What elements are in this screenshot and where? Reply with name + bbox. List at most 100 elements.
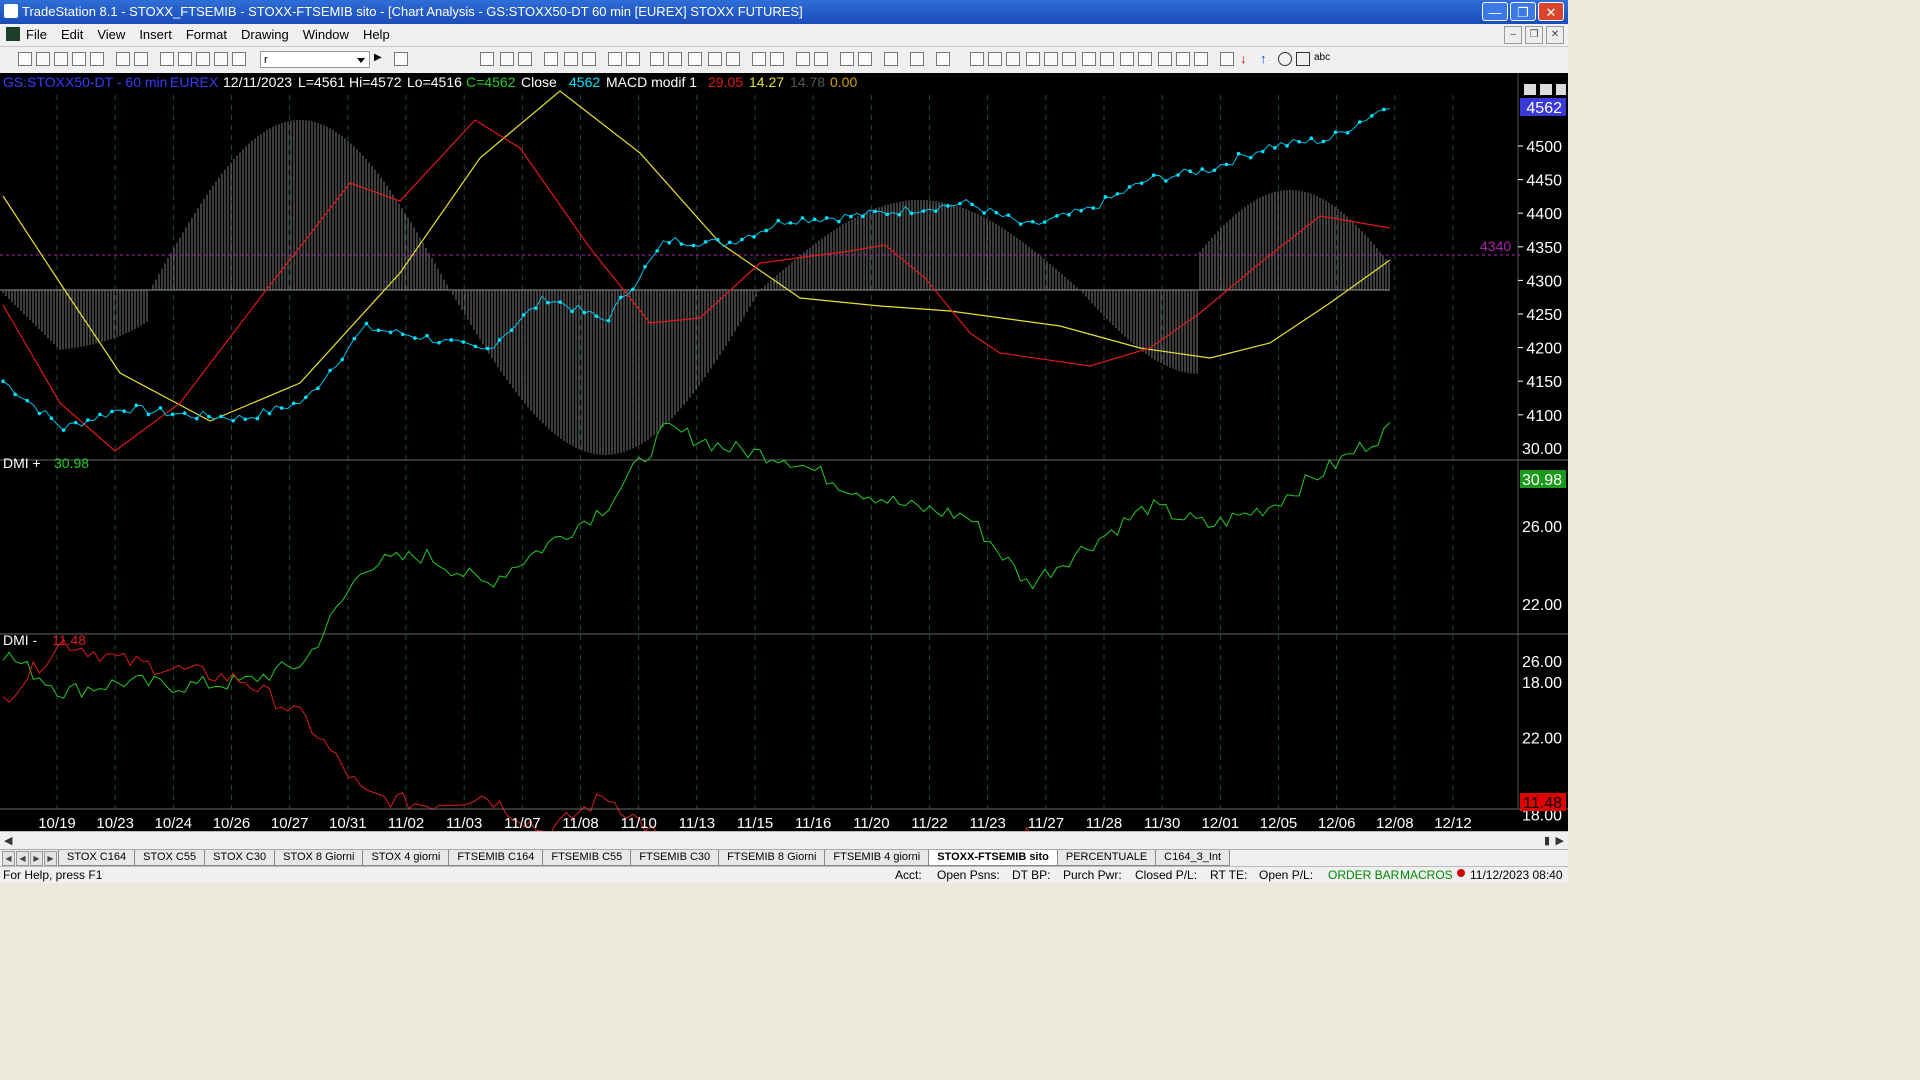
curve-icon[interactable]	[1220, 52, 1234, 66]
format-icon[interactable]	[500, 52, 514, 66]
maximize-button[interactable]: ❐	[1510, 2, 1536, 21]
fib-icon[interactable]	[1082, 52, 1096, 66]
strategy-icon[interactable]	[214, 52, 228, 66]
select-icon[interactable]	[858, 52, 872, 66]
vertical-line-icon[interactable]	[988, 52, 1002, 66]
scroll-thumb-icon[interactable]: ▮	[1544, 834, 1550, 847]
price-tick-label: 4400	[1526, 206, 1562, 223]
tools-icon[interactable]	[884, 52, 898, 66]
ellipse-icon[interactable]	[1278, 52, 1292, 66]
new-icon[interactable]	[18, 52, 32, 66]
pointer-icon[interactable]	[840, 52, 854, 66]
tab-stoxx-ftsemib-sito[interactable]: STOXX-FTSEMIB sito	[928, 850, 1058, 866]
open-icon[interactable]	[36, 52, 50, 66]
tab-next-icon[interactable]: ▶	[30, 851, 43, 866]
speed-line-icon[interactable]	[1120, 52, 1134, 66]
bar-chart-icon[interactable]	[480, 52, 494, 66]
print-icon[interactable]	[134, 52, 148, 66]
print-preview-icon[interactable]	[116, 52, 130, 66]
menu-view[interactable]: View	[97, 27, 125, 42]
symbol-input[interactable]: r	[260, 51, 370, 68]
price-point	[1127, 185, 1132, 189]
paste-icon[interactable]	[178, 52, 192, 66]
alert-icon[interactable]	[936, 52, 950, 66]
close-button[interactable]: ✕	[1538, 2, 1564, 21]
indicator-icon[interactable]	[544, 52, 558, 66]
tab-stox-4-giorni[interactable]: STOX 4 giorni	[362, 850, 450, 866]
horizontal-scrollbar[interactable]: ◀ ▮ ▶	[0, 831, 1568, 849]
menu-file[interactable]: File	[26, 27, 47, 42]
scroll-left-arrow-icon[interactable]: ◀	[4, 834, 12, 847]
lock-icon[interactable]	[196, 52, 210, 66]
copy-icon[interactable]	[160, 52, 174, 66]
arc-icon[interactable]	[1176, 52, 1190, 66]
save-icon[interactable]	[90, 52, 104, 66]
pane-close-button[interactable]	[1556, 84, 1566, 95]
menu-format[interactable]: Format	[186, 27, 227, 42]
menu-help[interactable]: Help	[363, 27, 390, 42]
tab-stox-c164[interactable]: STOX C164	[58, 850, 136, 866]
open-workspace-icon[interactable]	[54, 52, 68, 66]
mdi-restore-button[interactable]: ❐	[1525, 26, 1543, 44]
grid-icon[interactable]	[650, 52, 664, 66]
lookup-icon[interactable]	[394, 52, 408, 66]
andrews-icon[interactable]	[1158, 52, 1172, 66]
scroll-left-icon[interactable]	[752, 52, 766, 66]
down-arrow-icon[interactable]: ↓	[1240, 51, 1247, 66]
bars-icon[interactable]	[726, 52, 740, 66]
status-order-bar[interactable]: ORDER BAR	[1328, 868, 1399, 882]
regression-icon[interactable]	[1044, 52, 1058, 66]
zoom-out-icon[interactable]	[814, 52, 828, 66]
menu-window[interactable]: Window	[303, 27, 349, 42]
order-icon[interactable]	[910, 52, 924, 66]
candle-icon[interactable]	[708, 52, 722, 66]
tab-stox-8-giorni[interactable]: STOX 8 Giorni	[274, 850, 364, 866]
trendline-icon[interactable]	[970, 52, 984, 66]
up-arrow-icon[interactable]: ↑	[1260, 51, 1267, 66]
pane-restore-button[interactable]	[1540, 84, 1552, 95]
arrow-both-icon[interactable]	[1138, 52, 1152, 66]
mdi-close-button[interactable]: ✕	[1546, 26, 1564, 44]
tab-c164-3-int[interactable]: C164_3_Int	[1155, 850, 1231, 866]
data-window-icon[interactable]	[688, 52, 702, 66]
play-arrow-icon[interactable]: ▶	[374, 52, 382, 63]
menu-drawing[interactable]: Drawing	[241, 27, 289, 42]
menu-edit[interactable]: Edit	[61, 27, 83, 42]
text-tool-icon[interactable]: abc	[1314, 52, 1330, 63]
status-macros[interactable]: MACROS	[1400, 868, 1453, 882]
rectangle-icon[interactable]	[1296, 52, 1310, 66]
zoom-in-icon[interactable]	[796, 52, 810, 66]
minimize-button[interactable]: —	[1482, 2, 1508, 21]
tab-last-icon[interactable]: ▶	[44, 851, 57, 866]
table-icon[interactable]	[518, 52, 532, 66]
chart-analysis-window[interactable]: 4340 4500 4450 4400 4350 4300 4250 4200 4150 410…	[0, 73, 1568, 848]
channel-icon[interactable]	[1026, 52, 1040, 66]
format-symbol-icon[interactable]	[608, 52, 622, 66]
format-window-icon[interactable]	[626, 52, 640, 66]
tab-stox-c55[interactable]: STOX C55	[134, 850, 206, 866]
angle-icon[interactable]	[1062, 52, 1076, 66]
pane-minimize-button[interactable]	[1524, 84, 1536, 95]
mdi-minimize-button[interactable]: –	[1504, 26, 1522, 44]
pen-icon[interactable]	[1194, 52, 1208, 66]
price-point	[812, 217, 817, 222]
tab-ftsemib-c55[interactable]: FTSEMIB C55	[542, 850, 632, 866]
new-window-icon[interactable]	[72, 52, 86, 66]
tab-ftsemib-c164[interactable]: FTSEMIB C164	[448, 850, 544, 866]
scan-icon[interactable]	[668, 52, 682, 66]
tab-first-icon[interactable]: ◀	[2, 851, 15, 866]
tab-ftsemib-4-giorni[interactable]: FTSEMIB 4 giorni	[824, 850, 930, 866]
tab-ftsemib-8-giorni[interactable]: FTSEMIB 8 Giorni	[718, 850, 826, 866]
tab-ftsemib-c30[interactable]: FTSEMIB C30	[630, 850, 720, 866]
scroll-right-arrow-icon[interactable]: ▶	[1556, 834, 1564, 847]
tab-prev-icon[interactable]: ◀	[16, 851, 29, 866]
horizontal-line-icon[interactable]	[1006, 52, 1020, 66]
tab-percentuale[interactable]: PERCENTUALE	[1056, 850, 1157, 866]
menu-insert[interactable]: Insert	[139, 27, 172, 42]
signal-icon[interactable]	[564, 52, 578, 66]
gann-icon[interactable]	[1100, 52, 1114, 66]
tab-stox-c30[interactable]: STOX C30	[204, 850, 276, 866]
refresh-icon[interactable]	[582, 52, 596, 66]
globe-icon[interactable]	[232, 52, 246, 66]
scroll-right-icon[interactable]	[770, 52, 784, 66]
